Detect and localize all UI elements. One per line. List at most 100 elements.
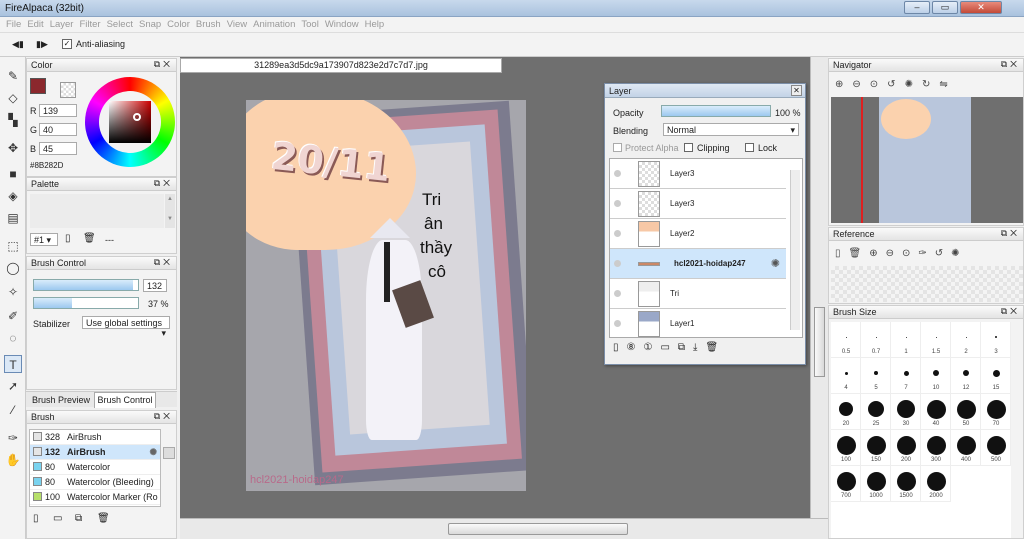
add-palette-icon[interactable]: ▯	[65, 233, 71, 244]
eraser-tool-icon[interactable]: ◇	[4, 89, 22, 107]
g-input[interactable]: 40	[39, 123, 77, 136]
gradient-tool-icon[interactable]: ▤	[4, 209, 22, 227]
eyedropper-tool-icon[interactable]: ✑	[4, 429, 22, 447]
menu-item-view[interactable]: View	[221, 17, 247, 30]
brush-size-cell[interactable]: 20	[831, 394, 861, 430]
navigator-preview[interactable]	[831, 97, 1023, 223]
brush-size-cell[interactable]: 12	[951, 358, 981, 394]
reference-area[interactable]	[831, 266, 1023, 302]
duplicate-brush-icon[interactable]: ⧉	[75, 513, 82, 524]
visibility-eye-icon[interactable]	[614, 170, 621, 177]
zoom-reset-icon[interactable]: ⊙	[902, 248, 918, 259]
tab-brush-control[interactable]: Brush Control	[94, 392, 156, 408]
brush-size-cell[interactable]: 30	[891, 394, 921, 430]
zoom-reset-icon[interactable]: ⊙	[870, 79, 887, 90]
panel-controls-icon[interactable]: ⧉✕	[1001, 306, 1020, 317]
brush-size-cell[interactable]: 150	[861, 430, 891, 466]
panel-controls-icon[interactable]: ⧉✕	[154, 411, 173, 422]
brush-size-cell[interactable]: 200	[891, 430, 921, 466]
delete-brush-icon[interactable]: 🗑	[97, 513, 110, 524]
brush-size-cell[interactable]: 70	[981, 394, 1011, 430]
primary-color-swatch[interactable]	[30, 78, 46, 94]
menu-item-animation[interactable]: Animation	[247, 17, 295, 30]
layer-row[interactable]: hcl2021-hoidap247 ✺	[610, 249, 786, 279]
brush-size-cell[interactable]: 7	[891, 358, 921, 394]
visibility-eye-icon[interactable]	[614, 260, 621, 267]
menu-item-tool[interactable]: Tool	[295, 17, 318, 30]
fill-rect-tool-icon[interactable]: ■	[4, 165, 22, 183]
new-8bit-layer-icon[interactable]: ⑧	[627, 342, 644, 353]
brush-settings-icon[interactable]: ✺	[149, 445, 157, 459]
brush-size-cell[interactable]: 1.5	[921, 322, 951, 358]
brush-list-item[interactable]: 80 Watercolor (Bleeding)	[30, 475, 160, 490]
brush-size-cell[interactable]: 0.7	[861, 322, 891, 358]
magic-wand-tool-icon[interactable]: ✧	[4, 283, 22, 301]
brush-list-item[interactable]: 100 Watercolor Marker (Ro	[30, 490, 160, 505]
maximize-button[interactable]: ▭	[932, 1, 958, 14]
menu-item-file[interactable]: File	[0, 17, 21, 30]
menu-item-edit[interactable]: Edit	[21, 17, 43, 30]
brush-size-cell[interactable]: 50	[951, 394, 981, 430]
zoom-in-icon[interactable]: ⊕	[869, 248, 885, 259]
brush-size-cell[interactable]: 100	[831, 430, 861, 466]
operation-tool-icon[interactable]: ➚	[4, 377, 22, 395]
brush-size-cell[interactable]: 2	[951, 322, 981, 358]
brush-size-slider[interactable]	[33, 279, 139, 291]
document-tab[interactable]: 31289ea3d5dc9a173907d823e2d7c7d7.jpg	[180, 58, 502, 73]
delete-palette-icon[interactable]: 🗑	[83, 233, 96, 244]
layer-row[interactable]: Layer1	[610, 309, 786, 337]
brush-scrollbar[interactable]	[163, 447, 175, 459]
brush-size-cell[interactable]: 700	[831, 466, 861, 502]
layer-opacity-slider[interactable]	[661, 105, 771, 117]
visibility-eye-icon[interactable]	[614, 200, 621, 207]
panel-controls-icon[interactable]: ⧉✕	[154, 59, 173, 70]
layer-scrollbar[interactable]	[790, 170, 800, 330]
horizontal-scrollbar[interactable]	[180, 518, 828, 539]
brush-size-cell[interactable]: 40	[921, 394, 951, 430]
eyedropper-icon[interactable]: ✑	[918, 248, 934, 259]
brush-size-cell[interactable]: 10	[921, 358, 951, 394]
blending-select[interactable]: Normal ▾	[663, 123, 799, 136]
close-button[interactable]: ✕	[960, 1, 1002, 14]
menu-item-window[interactable]: Window	[319, 17, 359, 30]
rotate-left-icon[interactable]: ↺	[887, 79, 904, 90]
secondary-color-swatch[interactable]	[60, 82, 76, 98]
rotate-reset-icon[interactable]: ✺	[905, 79, 922, 90]
layer-row[interactable]: Tri	[610, 279, 786, 309]
merge-down-icon[interactable]: ⤓	[693, 342, 705, 353]
layer-row[interactable]: Layer3	[610, 189, 786, 219]
panel-controls-icon[interactable]: ⧉✕	[1001, 228, 1020, 239]
menu-item-layer[interactable]: Layer	[44, 17, 74, 30]
hand-tool-icon[interactable]: ✋	[4, 451, 22, 469]
brush-list-item[interactable]: 132 AirBrush ✺	[30, 445, 160, 460]
select-pen-tool-icon[interactable]: ✐	[4, 307, 22, 325]
select-eraser-tool-icon[interactable]: ◌	[4, 329, 22, 347]
move-tool-icon[interactable]: ✥	[4, 139, 22, 157]
close-icon[interactable]: ✕	[791, 85, 802, 96]
minimize-button[interactable]: ‒	[904, 1, 930, 14]
brush-size-cell[interactable]: 3	[981, 322, 1011, 358]
add-brush-icon[interactable]: ▯	[33, 513, 39, 524]
text-tool-icon[interactable]: T	[4, 355, 22, 373]
artwork[interactable]: 20/11 Tri ân thầy cô hcl2021-hoidap247	[246, 100, 526, 491]
menu-item-filter[interactable]: Filter	[73, 17, 100, 30]
menu-item-select[interactable]: Select	[101, 17, 133, 30]
next-icon[interactable]: ▮▶	[36, 39, 48, 50]
brush-size-cell[interactable]: 5	[861, 358, 891, 394]
tab-brush-preview[interactable]: Brush Preview	[30, 393, 92, 407]
palette-preset-select[interactable]: #1 ▾	[30, 233, 58, 246]
prev-icon[interactable]: ◀▮	[12, 39, 24, 50]
stabilizer-select[interactable]: Use global settings ▾	[82, 316, 170, 338]
duplicate-layer-icon[interactable]: ⧉	[678, 342, 693, 353]
new-folder-icon[interactable]: ▭	[660, 342, 677, 353]
lock-checkbox[interactable]	[745, 143, 754, 152]
select-tool-icon[interactable]: ⬚	[4, 237, 22, 255]
hue-wheel[interactable]	[85, 77, 175, 167]
brush-size-cell[interactable]: 15	[981, 358, 1011, 394]
visibility-eye-icon[interactable]	[614, 320, 621, 327]
antialiasing-checkbox[interactable]: ✓	[62, 39, 72, 49]
new-layer-icon[interactable]: ▯	[613, 342, 627, 353]
menu-item-color[interactable]: Color	[161, 17, 190, 30]
r-input[interactable]: 139	[39, 104, 77, 117]
brush-size-cell[interactable]: 0.5	[831, 322, 861, 358]
